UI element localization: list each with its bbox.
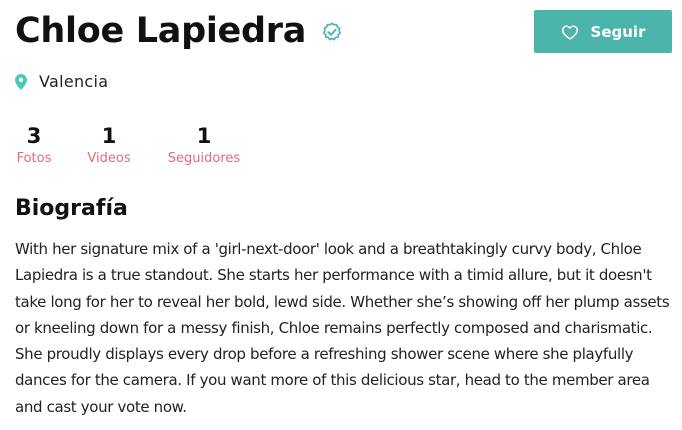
stat-photos-label: Fotos [16,151,52,166]
stat-videos-label: Videos [87,151,131,166]
stat-followers[interactable]: 1 Seguidores [163,122,245,168]
bio-heading: Biografía [15,196,128,221]
profile-header: Chloe Lapiedra [15,8,342,54]
stat-photos[interactable]: 3 Fotos [15,122,53,168]
stat-videos[interactable]: 1 Videos [84,122,134,168]
heart-icon [561,24,578,40]
follow-button-label: Seguir [590,22,646,41]
location: Valencia [15,72,108,91]
stat-videos-count: 1 [101,124,117,148]
stat-followers-count: 1 [196,124,212,148]
follow-button[interactable]: Seguir [534,10,672,53]
stat-followers-label: Seguidores [167,151,241,166]
verified-badge-icon [323,22,342,41]
bio-text: With her signature mix of a 'girl-next-d… [15,240,670,416]
map-pin-icon [15,73,27,90]
profile-stats: 3 Fotos 1 Videos 1 Seguidores [0,122,300,172]
stat-photos-count: 3 [26,124,42,148]
profile-name: Chloe Lapiedra [15,11,307,51]
location-city: Valencia [39,72,109,91]
